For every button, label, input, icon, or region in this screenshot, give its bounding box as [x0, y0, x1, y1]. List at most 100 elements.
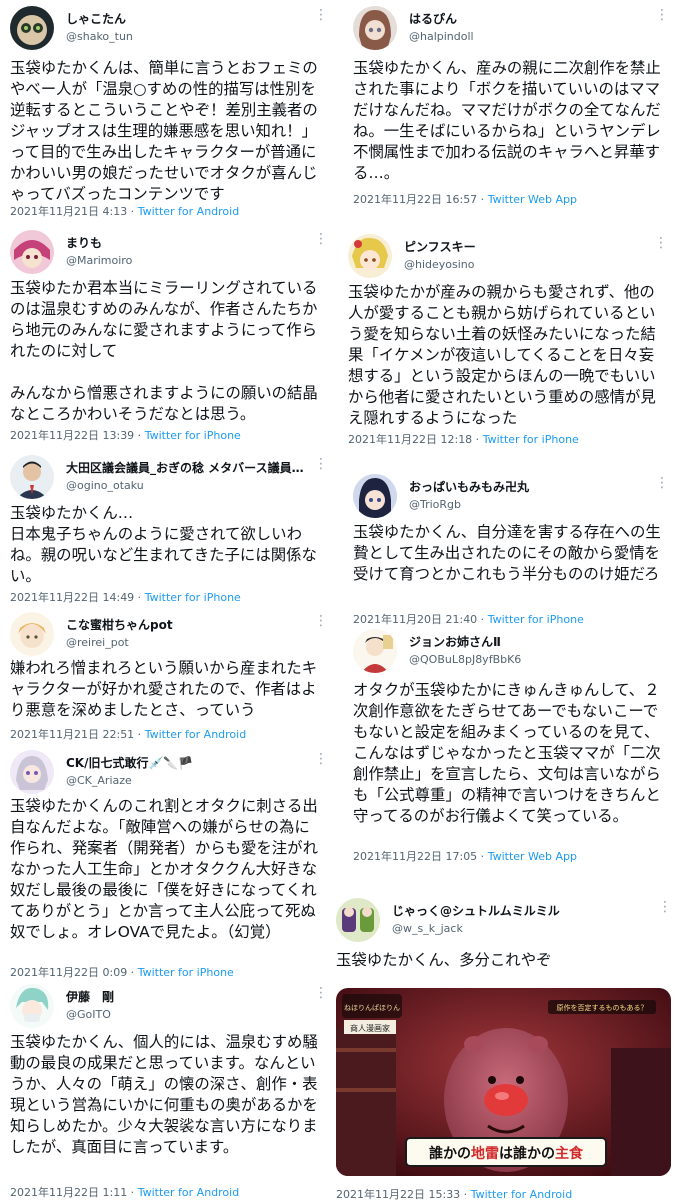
user-handle: @hideyosino: [404, 258, 475, 271]
avatar[interactable]: [353, 6, 397, 50]
timestamp[interactable]: 2021年11月22日 17:05 · Twitter Web App: [353, 848, 577, 864]
tweet-source[interactable]: Twitter for iPhone: [145, 591, 241, 604]
avatar[interactable]: [353, 474, 397, 518]
tweet[interactable]: じゃっく@シュトルムミルミル @w_s_k_jack ⋮ 玉袋ゆたかくん、多分こ…: [336, 898, 672, 1201]
meta-separator: ·: [134, 591, 145, 604]
timestamp[interactable]: 2021年11月22日 13:39 · Twitter for iPhone: [10, 427, 241, 443]
avatar[interactable]: [10, 984, 54, 1028]
meta-separator: ·: [127, 966, 138, 979]
display-name: CK/旧七式敢行💉🔪🏴: [66, 756, 194, 770]
tweet-date: 2021年11月21日 22:51: [10, 728, 135, 741]
display-name: まりも: [66, 236, 103, 250]
tweet-source[interactable]: Twitter for iPhone: [483, 433, 579, 446]
timestamp[interactable]: 2021年11月22日 1:11 · Twitter for Android: [10, 1184, 239, 1200]
tweet-text: 玉袋ゆたか君本当にミラーリングされているのは温泉むすめのみんなが、作者さんたちか…: [10, 279, 318, 423]
more-options-icon[interactable]: ⋮: [314, 752, 328, 766]
tweet-text: 玉袋ゆたかくん… 日本鬼子ちゃんのように愛されて欲しいわね。親の呪いなど生まれて…: [10, 504, 317, 585]
display-name: 大田区議会議員_おぎの稔 メタバース議員…: [66, 461, 304, 475]
user-handle: @GoITO: [66, 1008, 111, 1021]
user-handle: @Marimoiro: [66, 254, 133, 267]
display-name: じゃっく@シュトルムミルミル: [392, 904, 560, 918]
tweet[interactable]: はるぴん @halpindoll ⋮ 玉袋ゆたかくん、産みの親に二次創作を禁止さ…: [353, 6, 669, 206]
timestamp[interactable]: 2021年11月22日 16:57 · Twitter Web App: [353, 191, 577, 207]
avatar[interactable]: [10, 612, 54, 656]
timestamp[interactable]: 2021年11月22日 0:09 · Twitter for iPhone: [10, 964, 234, 980]
display-name: ピンフスキー: [404, 240, 476, 254]
tweet-source[interactable]: Twitter for iPhone: [488, 613, 584, 626]
more-options-icon[interactable]: ⋮: [655, 8, 669, 22]
svg-text:誰かの地雷は誰かの主食: 誰かの地雷は誰かの主食: [429, 1145, 584, 1162]
tweet-date: 2021年11月21日 4:13: [10, 205, 128, 218]
tweet[interactable]: 伊藤 剛 @GoITO ⋮ 玉袋ゆたかくん、個人的には、温泉むすめ騒動の最良の成…: [10, 984, 328, 1200]
tweet-source[interactable]: Twitter for Android: [138, 205, 240, 218]
user-handle: @TrioRgb: [409, 498, 462, 511]
tweet-source[interactable]: Twitter for iPhone: [138, 966, 234, 979]
tweet-date: 2021年11月22日 0:09: [10, 966, 128, 979]
meta-separator: ·: [134, 728, 145, 741]
more-options-icon[interactable]: ⋮: [314, 8, 328, 22]
tweet-source[interactable]: Twitter for iPhone: [145, 429, 241, 442]
tweet-source[interactable]: Twitter for Android: [138, 1186, 240, 1199]
display-name: こな蜜柑ちゃんpot: [66, 618, 173, 632]
tv-screenshot: ねほりんぱほりん 商人漫画家 原作を否定するものもある？ 誰かの地雷は誰かの主食: [336, 988, 671, 1176]
avatar[interactable]: [10, 230, 54, 274]
tweet-date: 2021年11月20日 21:40: [353, 613, 478, 626]
tweet[interactable]: CK/旧七式敢行💉🔪🏴 @CK_Ariaze ⋮ 玉袋ゆたかくんのこれ割とオタク…: [10, 750, 328, 980]
timestamp[interactable]: 2021年11月21日 22:51 · Twitter for Android: [10, 726, 246, 742]
display-name: 伊藤 剛: [66, 990, 115, 1004]
more-options-icon[interactable]: ⋮: [314, 457, 328, 471]
meta-separator: ·: [472, 433, 483, 446]
tweet-source[interactable]: Twitter Web App: [488, 850, 577, 863]
meta-separator: ·: [477, 850, 488, 863]
caption-highlight: 主食: [555, 1145, 584, 1162]
tweet-source[interactable]: Twitter for Android: [145, 728, 247, 741]
more-options-icon[interactable]: ⋮: [314, 614, 328, 628]
tweet-source[interactable]: Twitter for Android: [471, 1188, 573, 1201]
avatar[interactable]: [336, 898, 380, 942]
display-name: ジョンお姉さんⅡ: [409, 635, 501, 649]
tweet[interactable]: まりも @Marimoiro ⋮ 玉袋ゆたか君本当にミラーリングされているのは温…: [10, 230, 328, 445]
nameplate: 商人漫画家: [350, 1023, 390, 1033]
tweet-date: 2021年11月22日 15:33: [336, 1188, 461, 1201]
timestamp[interactable]: 2021年11月22日 14:49 · Twitter for iPhone: [10, 589, 241, 605]
avatar[interactable]: [10, 6, 54, 50]
timestamp[interactable]: 2021年11月20日 21:40 · Twitter for iPhone: [353, 611, 584, 627]
tweet[interactable]: ジョンお姉さんⅡ @QOBuL8pJ8yfBbK6 オタクが玉袋ゆたかにきゅんき…: [353, 629, 669, 864]
tweet-text: 玉袋ゆたかくんのこれ割とオタクに刺さる出自なんだよな。「敵陣営への嫌がらせの為に…: [10, 797, 318, 941]
more-options-icon[interactable]: ⋮: [658, 900, 672, 914]
tweet-text: 玉袋ゆたかくん、産みの親に二次創作を禁止された事により「ボクを描いていいのはママ…: [353, 59, 661, 182]
tweet[interactable]: ピンフスキー @hideyosino ⋮ 玉袋ゆたかが産みの親からも愛されず、他…: [348, 234, 668, 449]
tweet-text: 玉袋ゆたかくん、多分これやぞ: [336, 951, 552, 969]
more-options-icon[interactable]: ⋮: [314, 986, 328, 1000]
avatar[interactable]: [353, 629, 397, 673]
tweet-media-image[interactable]: ねほりんぱほりん 商人漫画家 原作を否定するものもある？ 誰かの地雷は誰かの主食: [336, 988, 671, 1176]
tweet[interactable]: しゃこたん @shako_tun ⋮ 玉袋ゆたかくんは、簡単に言うとおフェミのや…: [10, 6, 328, 219]
caption-part: は誰かの: [499, 1145, 555, 1162]
tweet-text: オタクが玉袋ゆたかにきゅんきゅんして、２次創作意欲をたぎらせてあーでもないこーで…: [353, 681, 661, 825]
caption-highlight: 地雷: [471, 1145, 499, 1162]
meta-separator: ·: [127, 1186, 138, 1199]
meta-separator: ·: [134, 429, 145, 442]
timestamp[interactable]: 2021年11月22日 12:18 · Twitter for iPhone: [348, 431, 579, 447]
tweet[interactable]: おっぱいもみもみ卍丸 @TrioRgb ⋮ 玉袋ゆたかくん、自分達を害する存在へ…: [353, 474, 669, 629]
timestamp[interactable]: 2021年11月21日 4:13 · Twitter for Android: [10, 203, 239, 219]
caption-part: 誰かの: [429, 1145, 471, 1162]
more-options-icon[interactable]: ⋮: [314, 232, 328, 246]
avatar[interactable]: [348, 234, 392, 278]
tweet-date: 2021年11月22日 16:57: [353, 193, 478, 206]
user-handle: @ogino_otaku: [66, 479, 144, 492]
tweet-date: 2021年11月22日 14:49: [10, 591, 135, 604]
tweet-date: 2021年11月22日 17:05: [353, 850, 478, 863]
avatar[interactable]: [10, 750, 54, 794]
user-handle: @shako_tun: [66, 30, 133, 43]
display-name: しゃこたん: [66, 12, 127, 26]
tweet-source[interactable]: Twitter Web App: [488, 193, 577, 206]
meta-separator: ·: [460, 1188, 471, 1201]
tweet-text: 玉袋ゆたかくんは、簡単に言うとおフェミのやべー人が「温泉○すめの性的描写は性別を…: [10, 59, 318, 203]
tweet[interactable]: 大田区議会議員_おぎの稔 メタバース議員… @ogino_otaku ⋮ 玉袋ゆ…: [10, 455, 328, 605]
more-options-icon[interactable]: ⋮: [655, 476, 669, 490]
avatar[interactable]: [10, 455, 54, 499]
topic-caption: 原作を否定するものもある？: [557, 1003, 648, 1012]
more-options-icon[interactable]: ⋮: [654, 236, 668, 250]
tweet[interactable]: こな蜜柑ちゃんpot @reirei_pot ⋮ 嫌われろ憎まれろという願いから…: [10, 612, 328, 742]
